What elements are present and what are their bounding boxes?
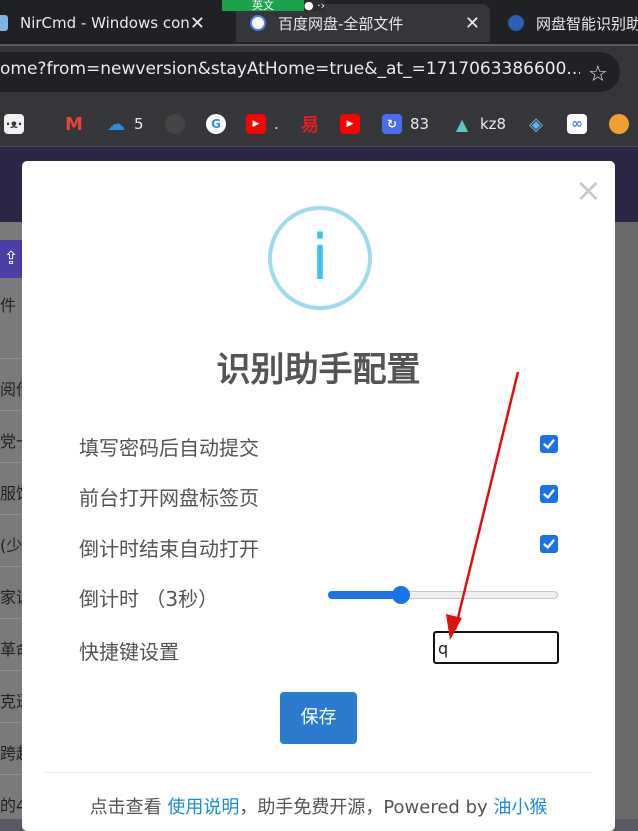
file-name: (少 bbox=[0, 536, 23, 555]
ime-indicator: 英文 ● ·› bbox=[222, 0, 325, 11]
bookmark-label: 5 bbox=[134, 115, 144, 133]
bookmark-item[interactable]: G bbox=[206, 113, 234, 135]
close-icon[interactable]: ✕ bbox=[465, 13, 480, 34]
hotkey-label: 快捷键设置 bbox=[79, 640, 179, 664]
cube-icon: ◈ bbox=[529, 113, 543, 135]
file-name: 革命 bbox=[0, 640, 24, 659]
url-text[interactable]: ome?from=newversion&stayAtHome=true&_at_… bbox=[0, 59, 580, 79]
slider-fill bbox=[328, 591, 401, 599]
countdown-label: 倒计时 （3秒） bbox=[79, 587, 219, 611]
bookmark-label: 83 bbox=[410, 115, 430, 133]
bookmark-label: kz8 bbox=[480, 115, 507, 133]
baidu-netdisk-icon: ∞ bbox=[567, 114, 587, 134]
bookmark-item[interactable]: ·ᴥ· bbox=[0, 113, 32, 135]
bookmark-item[interactable]: ▲ kz8 bbox=[452, 113, 506, 135]
divider bbox=[0, 514, 22, 515]
bookmark-item[interactable] bbox=[609, 113, 637, 135]
bookmark-item[interactable]: M bbox=[64, 113, 92, 135]
countdown-slider[interactable] bbox=[328, 585, 558, 605]
file-name: 克逊 bbox=[0, 692, 24, 711]
divider bbox=[0, 358, 22, 359]
github-icon bbox=[165, 114, 185, 134]
divider bbox=[0, 462, 22, 463]
close-icon[interactable]: ✕ bbox=[190, 13, 205, 34]
nircmd-favicon-icon bbox=[0, 15, 8, 31]
cat-icon: ·ᴥ· bbox=[4, 114, 24, 134]
option-label-auto-open: 倒计时结束自动打开 bbox=[79, 537, 259, 561]
close-icon[interactable]: × bbox=[575, 174, 602, 206]
file-name: 服饰 bbox=[0, 484, 24, 503]
save-button[interactable]: 保存 bbox=[280, 692, 357, 744]
file-name: 党一 bbox=[0, 432, 24, 451]
bookmark-item[interactable]: ▶. bbox=[246, 113, 279, 135]
file-name: 跨越 bbox=[0, 744, 24, 763]
footer-divider bbox=[45, 772, 592, 773]
onedrive-icon: ☁ bbox=[107, 113, 125, 135]
refresh-app-icon: ↻ bbox=[382, 114, 402, 134]
divider bbox=[0, 566, 22, 567]
divider bbox=[0, 722, 22, 723]
divider bbox=[0, 410, 22, 411]
bookmark-item[interactable]: ▶ bbox=[340, 113, 368, 135]
bookmark-item[interactable]: ◈ bbox=[526, 113, 554, 135]
slider-thumb[interactable] bbox=[392, 586, 410, 604]
divider bbox=[0, 618, 22, 619]
bookmark-label: . bbox=[274, 115, 279, 133]
tab-netdisk-assistant[interactable]: 网盘智能识别助 bbox=[508, 4, 638, 42]
ime-mode-label: 英文 bbox=[222, 0, 304, 11]
baidu-netdisk-favicon-icon bbox=[250, 15, 266, 31]
tab-title: NirCmd - Windows con bbox=[20, 14, 190, 32]
auto-submit-checkbox[interactable] bbox=[540, 435, 558, 453]
tab-title: 网盘智能识别助 bbox=[536, 14, 638, 33]
gmail-icon: M bbox=[65, 113, 83, 135]
bookmark-item[interactable]: ↻ 83 bbox=[382, 113, 429, 135]
youtube-icon: ▶ bbox=[340, 114, 360, 134]
bookmark-star-icon[interactable]: ☆ bbox=[588, 62, 608, 87]
footer-middle: ，助手免费开源，Powered by bbox=[239, 797, 494, 818]
tab-title: 百度网盘-全部文件 bbox=[278, 14, 404, 33]
assistant-favicon-icon bbox=[508, 15, 524, 31]
hotkey-input[interactable]: q bbox=[433, 631, 559, 664]
divider bbox=[0, 774, 22, 775]
bookmark-item[interactable]: ∞ bbox=[567, 113, 595, 135]
divider bbox=[0, 670, 22, 671]
orange-icon bbox=[609, 114, 629, 134]
foreground-tab-checkbox[interactable] bbox=[540, 485, 558, 503]
info-glyph: i bbox=[311, 221, 329, 294]
red-glyph-icon: 易 bbox=[301, 115, 319, 136]
google-icon: G bbox=[206, 114, 226, 134]
tab-nircmd[interactable]: NirCmd - Windows con ✕ bbox=[0, 4, 215, 42]
bookmark-item[interactable] bbox=[165, 113, 193, 135]
bookmark-item[interactable]: 易 bbox=[300, 113, 328, 136]
option-label-foreground-tab: 前台打开网盘标签页 bbox=[79, 486, 259, 510]
mountain-icon: ▲ bbox=[455, 114, 469, 134]
file-name: 阅传 bbox=[0, 380, 24, 399]
author-link[interactable]: 油小猴 bbox=[493, 797, 547, 818]
upload-icon[interactable]: ⇪ bbox=[0, 240, 22, 278]
option-label-auto-submit: 填写密码后自动提交 bbox=[79, 436, 259, 460]
youtube-icon: ▶ bbox=[246, 114, 266, 134]
file-name: 家训 bbox=[0, 588, 24, 607]
bookmark-item[interactable]: ☁ 5 bbox=[106, 113, 144, 135]
dialog-footer: 点击查看 使用说明，助手免费开源，Powered by 油小猴 bbox=[22, 793, 615, 819]
usage-guide-link[interactable]: 使用说明 bbox=[167, 797, 239, 818]
file-name: 的4 bbox=[0, 796, 24, 815]
dialog-title: 识别助手配置 bbox=[216, 350, 421, 390]
auto-open-checkbox[interactable] bbox=[540, 535, 558, 553]
footer-prefix: 点击查看 bbox=[89, 797, 168, 818]
ime-status-icon: ● ·› bbox=[304, 0, 325, 12]
breadcrumb: 件 > bbox=[0, 296, 24, 315]
